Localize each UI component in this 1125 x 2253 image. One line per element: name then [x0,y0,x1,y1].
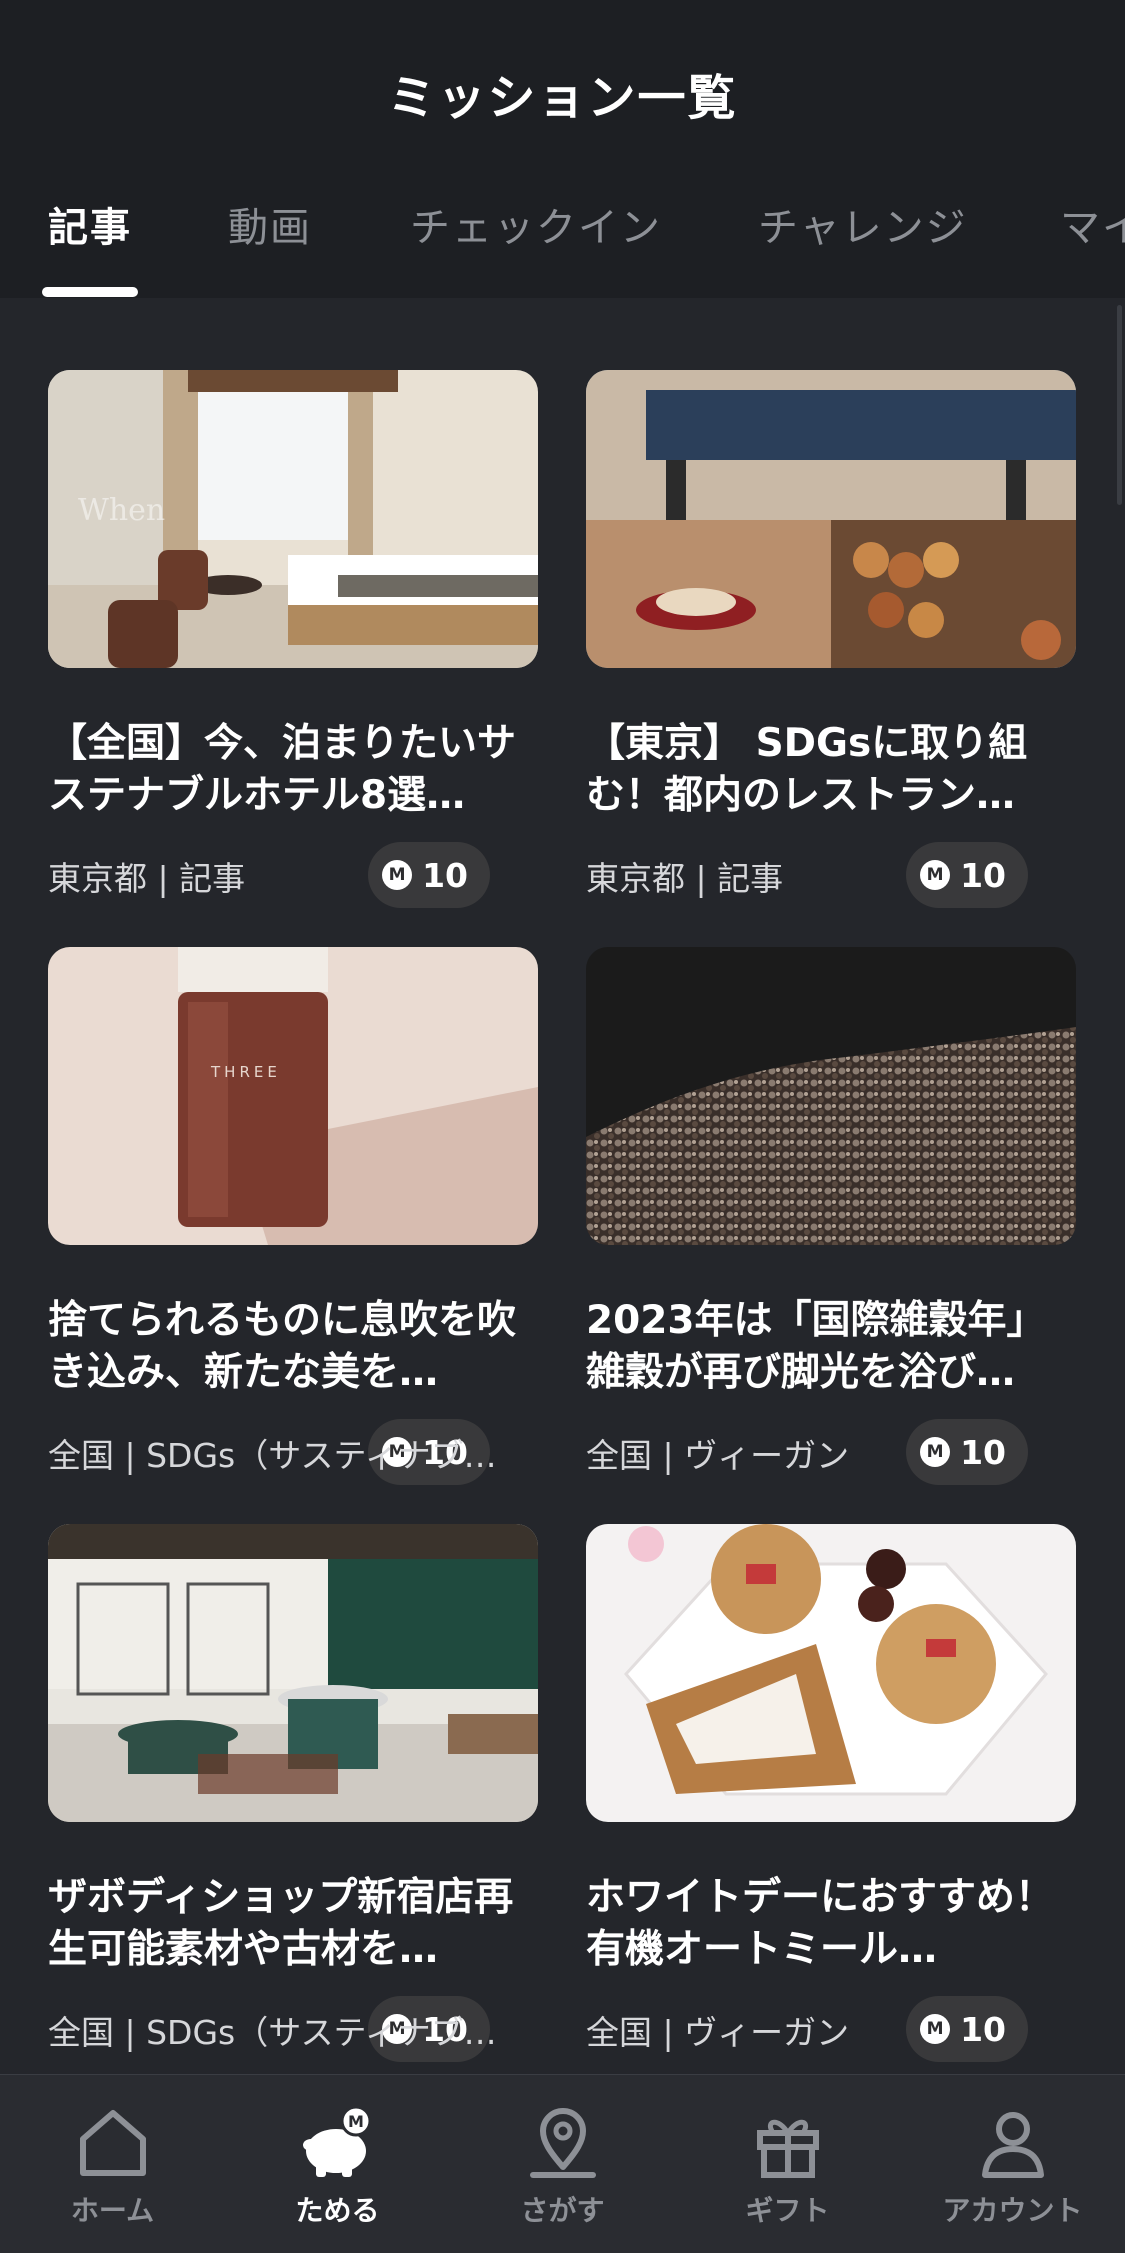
tab-my[interactable]: マイ [1060,195,1125,253]
card-meta: 全国 | ヴィーガン [586,2013,850,2052]
person-icon [981,2112,1044,2178]
piggy-bank-icon: M [302,2105,371,2177]
card-meta: 東京都 | 記事 [586,859,784,898]
mission-card[interactable]: M 10 【東京】 SDGsに取り組む！都内のレストラン… 東京都 | 記事 [586,370,1076,930]
card-title: ザボディショップ新宿店再生可能素材や古材を… [48,1875,514,1972]
mission-card[interactable]: M 10 ホワイトデーにおすすめ！有機オートミール… 全国 | ヴィーガン [586,1524,1076,2084]
card-title: 【全国】今、泊まりたいサステナブルホテル8選… [48,721,517,818]
card-image [586,1524,1076,1822]
card-title: 捨てられるものに息吹を吹き込み、新たな美を… [48,1298,517,1395]
card-title: ホワイトデーにおすすめ！有機オートミール… [586,1875,1055,1972]
page-title: ミッション一覧 [387,70,738,126]
card-image [586,947,1076,1245]
card-title: 【東京】 SDGsに取り組む！都内のレストラン… [586,721,1028,818]
tab-bar: 記事 動画 チェックイン チャレンジ マイ [0,195,1125,298]
tab-videos[interactable]: 動画 [228,195,312,253]
nav-account[interactable]: アカウント [900,2103,1125,2229]
location-pin-icon [529,2108,596,2178]
mission-card[interactable]: M 10 ザボディショップ新宿店再生可能素材や古材を… 全国 | SDGs（サス… [48,1524,538,2084]
scrollbar[interactable] [1117,305,1122,505]
svg-text:M: M [348,2112,364,2131]
bottom-nav: ホーム M ためる さがす ギフト アカウント [0,2074,1125,2253]
card-image: THREE [48,947,538,1245]
card-image [586,370,1076,668]
card-meta: 東京都 | 記事 [48,859,246,898]
svg-text:When: When [78,493,165,528]
card-title: 2023年は「国際雑穀年」雑穀が再び脚光を浴び… [586,1298,1046,1395]
nav-save[interactable]: M ためる [225,2103,450,2229]
card-image: When [48,370,538,668]
header: ミッション一覧 記事 動画 チェックイン チャレンジ マイ [0,0,1125,298]
card-meta: 全国 | ヴィーガン [586,1436,850,1475]
mission-card[interactable]: M 10 2023年は「国際雑穀年」雑穀が再び脚光を浴び… 全国 | ヴィーガン [586,947,1076,1507]
nav-gift[interactable]: ギフト [675,2103,900,2229]
card-meta: 全国 | SDGs（サスティナブ… [48,2013,497,2052]
svg-text:THREE: THREE [210,1063,281,1081]
tab-challenge[interactable]: チャレンジ [758,195,968,253]
active-tab-indicator [42,287,138,297]
mission-card[interactable]: When M 10 【全国】今、泊まりたいサステナブルホテル8選… 東京都 | … [48,370,538,930]
mission-card[interactable]: THREE M 10 捨てられるものに息吹を吹き込み、新たな美を… 全国 | S… [48,947,538,1507]
card-image [48,1524,538,1822]
nav-home[interactable]: ホーム [0,2103,225,2229]
home-icon [79,2110,146,2176]
gift-icon [756,2119,819,2178]
tab-checkin[interactable]: チェックイン [410,195,662,253]
nav-search[interactable]: さがす [450,2103,675,2229]
tab-articles[interactable]: 記事 [48,195,132,253]
card-meta: 全国 | SDGs（サスティナブ… [48,1436,497,1475]
